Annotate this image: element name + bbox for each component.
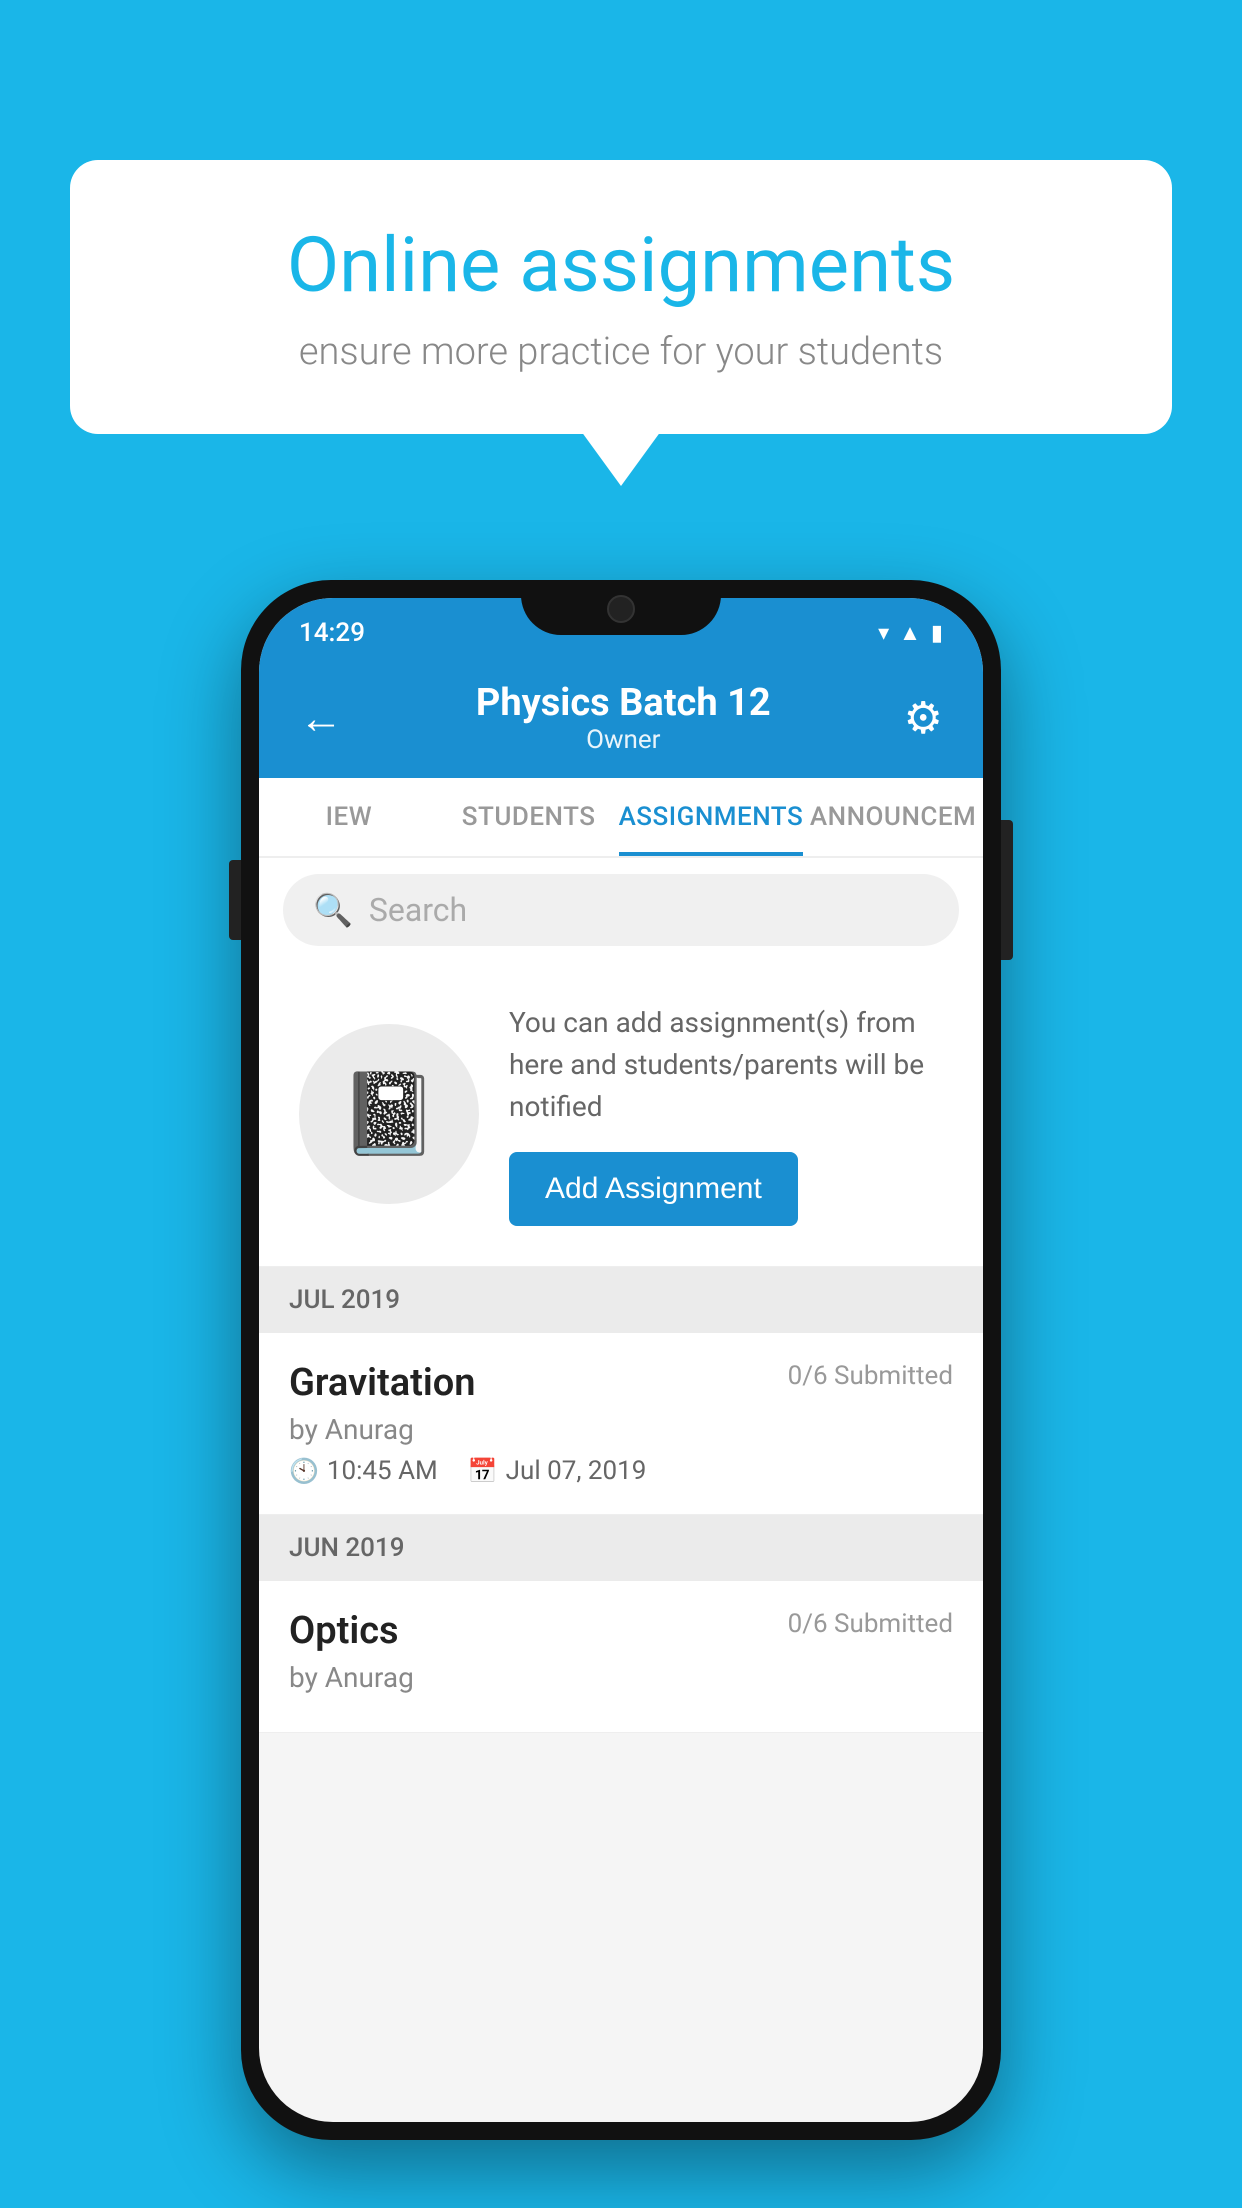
search-box[interactable]: 🔍 Search	[283, 874, 959, 946]
empty-state-text: You can add assignment(s) from here and …	[509, 1002, 943, 1226]
header-title-block: Physics Batch 12 Owner	[476, 681, 771, 755]
assignment-by: by Anurag	[289, 1413, 953, 1446]
tab-students[interactable]: STUDENTS	[439, 778, 619, 856]
empty-state-description: You can add assignment(s) from here and …	[509, 1002, 943, 1128]
back-button[interactable]: ←	[299, 692, 343, 744]
assignment-date-value: Jul 07, 2019	[506, 1456, 647, 1486]
notebook-icon: 📓	[339, 1067, 439, 1161]
assignment-time: 🕙 10:45 AM	[289, 1456, 438, 1486]
clock-icon: 🕙	[289, 1457, 319, 1485]
wifi-icon: ▾	[878, 621, 889, 646]
speech-bubble-title: Online assignments	[140, 220, 1102, 310]
assignment-name: Gravitation	[289, 1361, 476, 1405]
speech-bubble-subtitle: ensure more practice for your students	[140, 330, 1102, 374]
speech-bubble-container: Online assignments ensure more practice …	[70, 160, 1172, 434]
tab-announcements[interactable]: ANNOUNCEM	[803, 778, 983, 856]
search-container: 🔍 Search	[259, 858, 983, 962]
app-header: ← Physics Batch 12 Owner ⚙	[259, 658, 983, 778]
battery-icon: ▮	[931, 621, 943, 646]
phone-volume-button	[229, 860, 241, 940]
assignment-item-gravitation[interactable]: Gravitation 0/6 Submitted by Anurag 🕙 10…	[259, 1333, 983, 1515]
signal-icon: ▲	[899, 620, 921, 646]
assignment-submitted: 0/6 Submitted	[788, 1361, 953, 1391]
phone-power-button	[1001, 820, 1013, 960]
assignment-icon-wrap: 📓	[299, 1024, 479, 1204]
calendar-icon: 📅	[468, 1457, 498, 1485]
status-icons: ▾ ▲ ▮	[878, 620, 943, 646]
header-title: Physics Batch 12	[476, 681, 771, 725]
settings-icon[interactable]: ⚙	[904, 692, 943, 744]
tab-iew[interactable]: IEW	[259, 778, 439, 856]
assignment-item-optics[interactable]: Optics 0/6 Submitted by Anurag	[259, 1581, 983, 1733]
assignment-top-row-optics: Optics 0/6 Submitted	[289, 1609, 953, 1653]
assignment-name-optics: Optics	[289, 1609, 399, 1653]
phone-container: 14:29 ▾ ▲ ▮ ← Physics Batch 12 Owner ⚙	[241, 580, 1001, 2140]
tab-assignments[interactable]: ASSIGNMENTS	[619, 778, 804, 856]
speech-bubble: Online assignments ensure more practice …	[70, 160, 1172, 434]
assignment-time-value: 10:45 AM	[327, 1456, 438, 1486]
search-icon: 🔍	[313, 891, 353, 929]
header-subtitle: Owner	[476, 725, 771, 755]
section-header-jul-2019: JUL 2019	[259, 1267, 983, 1333]
assignment-date: 📅 Jul 07, 2019	[468, 1456, 647, 1486]
add-assignment-button[interactable]: Add Assignment	[509, 1152, 798, 1226]
assignment-top-row: Gravitation 0/6 Submitted	[289, 1361, 953, 1405]
tabs-bar: IEW STUDENTS ASSIGNMENTS ANNOUNCEM	[259, 778, 983, 858]
search-input[interactable]: Search	[369, 891, 467, 929]
status-time: 14:29	[299, 618, 365, 648]
phone-screen: 14:29 ▾ ▲ ▮ ← Physics Batch 12 Owner ⚙	[259, 598, 983, 2122]
phone-camera	[607, 595, 635, 623]
assignment-submitted-optics: 0/6 Submitted	[788, 1609, 953, 1639]
assignment-meta: 🕙 10:45 AM 📅 Jul 07, 2019	[289, 1456, 953, 1486]
empty-state-card: 📓 You can add assignment(s) from here an…	[259, 962, 983, 1267]
assignment-by-optics: by Anurag	[289, 1661, 953, 1694]
phone-notch	[521, 580, 721, 635]
phone-frame: 14:29 ▾ ▲ ▮ ← Physics Batch 12 Owner ⚙	[241, 580, 1001, 2140]
section-header-jun-2019: JUN 2019	[259, 1515, 983, 1581]
